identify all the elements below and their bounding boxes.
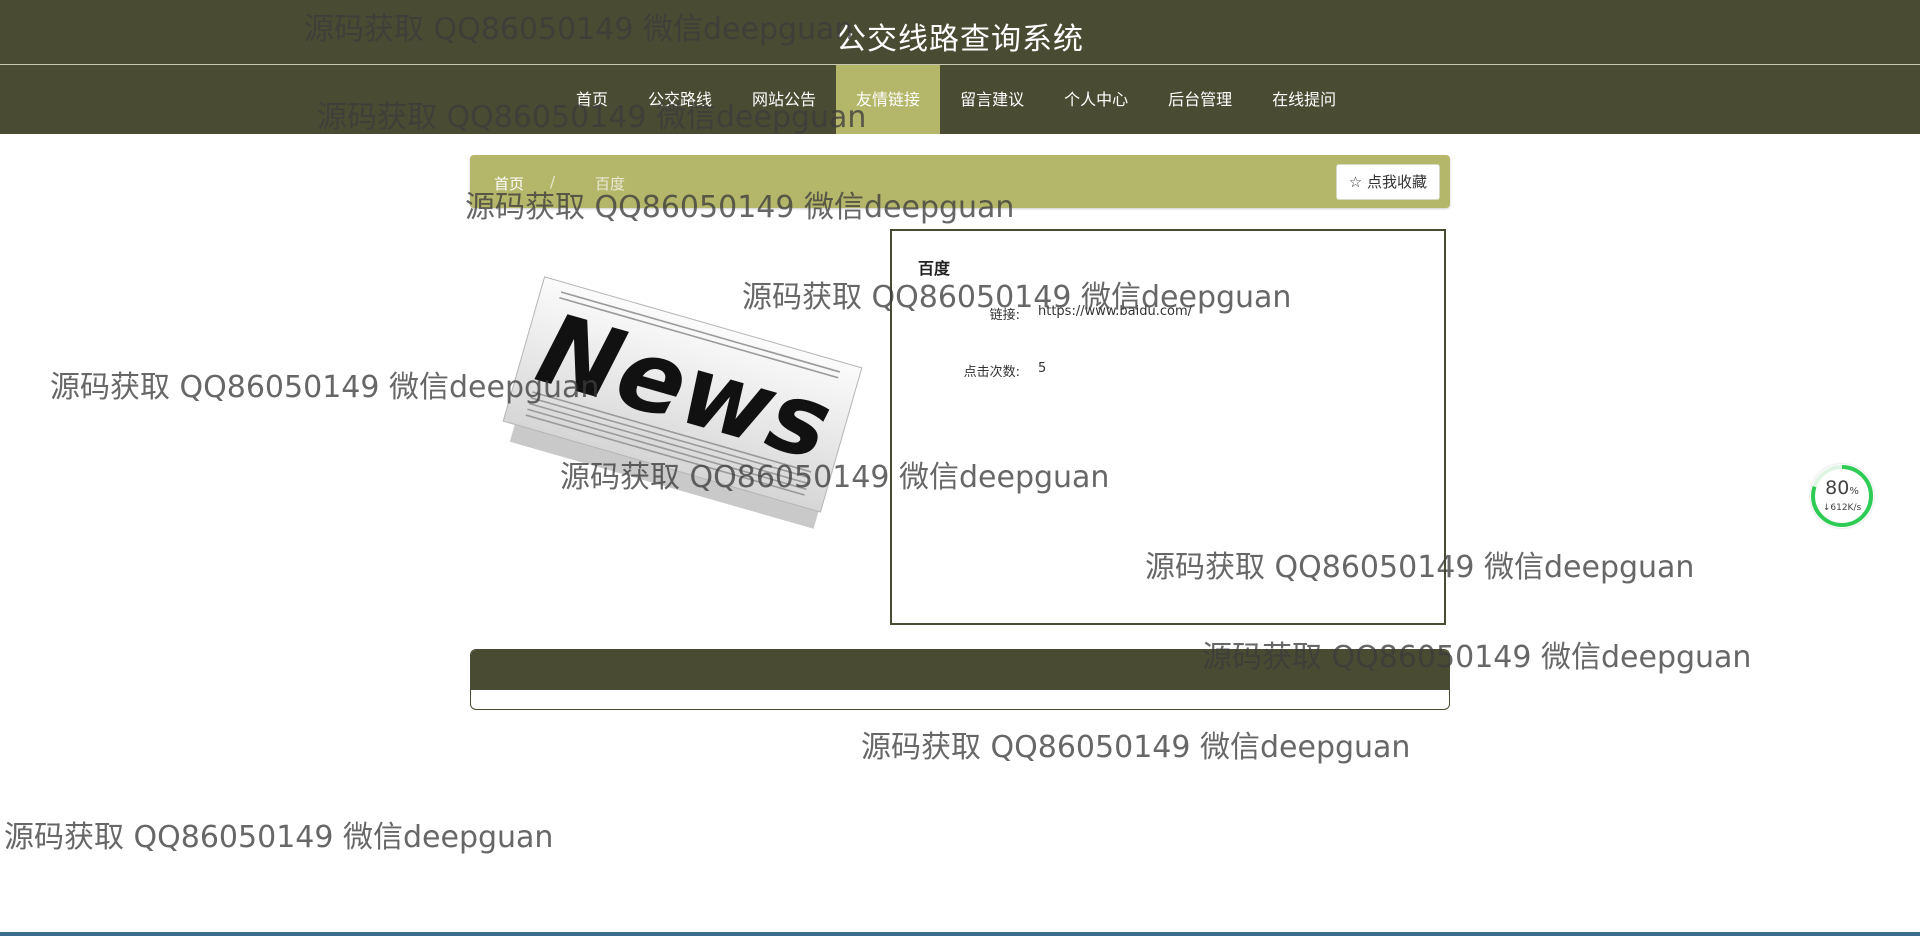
nav-item-online-question[interactable]: 在线提问	[1252, 65, 1356, 134]
site-title: 公交线路查询系统	[836, 22, 1084, 57]
top-header: 公交线路查询系统	[0, 0, 1920, 65]
speed-percent: 80	[1825, 477, 1850, 499]
nav-item-announcements[interactable]: 网站公告	[732, 65, 836, 134]
breadcrumb-current: 百度	[595, 175, 626, 193]
nav-item-profile[interactable]: 个人中心	[1044, 65, 1148, 134]
nav-item-friend-links[interactable]: 友情链接	[836, 65, 941, 134]
news-image: News	[502, 276, 863, 529]
link-label: 链接:	[989, 308, 1020, 323]
nav-item-admin[interactable]: 后台管理	[1148, 65, 1252, 134]
breadcrumb-home-link[interactable]: 首页	[494, 173, 524, 194]
footer-bar	[470, 649, 1450, 710]
speed-rate: ↓612K/s	[1822, 503, 1862, 513]
main-nav: 首页 公交路线 网站公告 友情链接 留言建议 个人中心 后台管理 在线提问	[0, 65, 1920, 134]
network-speed-widget[interactable]: 80% ↓612K/s	[1810, 464, 1874, 528]
link-detail-card: 百度 链接: https://www.baidu.com/ 点击次数: 5	[890, 229, 1446, 625]
click-count-value: 5	[1038, 361, 1047, 376]
click-count-label: 点击次数:	[963, 365, 1020, 380]
bottom-edge-line	[0, 932, 1920, 936]
favorite-button[interactable]: ☆ 点我收藏	[1335, 164, 1440, 200]
watermark: 源码获取 QQ86050149 微信deepguan	[861, 730, 1411, 765]
nav-item-home[interactable]: 首页	[556, 65, 628, 134]
breadcrumb-separator: /	[550, 173, 556, 191]
breadcrumb: 首页 / 百度 ☆ 点我收藏	[470, 155, 1450, 208]
speed-percent-unit: %	[1849, 486, 1859, 497]
favorite-button-label: 点我收藏	[1366, 173, 1427, 191]
nav-item-bus-routes[interactable]: 公交路线	[628, 65, 732, 134]
link-value[interactable]: https://www.baidu.com/	[1038, 304, 1192, 319]
star-outline-icon: ☆	[1348, 173, 1363, 191]
watermark: 源码获取 QQ86050149 微信deepguan	[4, 820, 554, 855]
nav-item-feedback[interactable]: 留言建议	[940, 65, 1044, 134]
detail-title: 百度	[918, 259, 951, 278]
